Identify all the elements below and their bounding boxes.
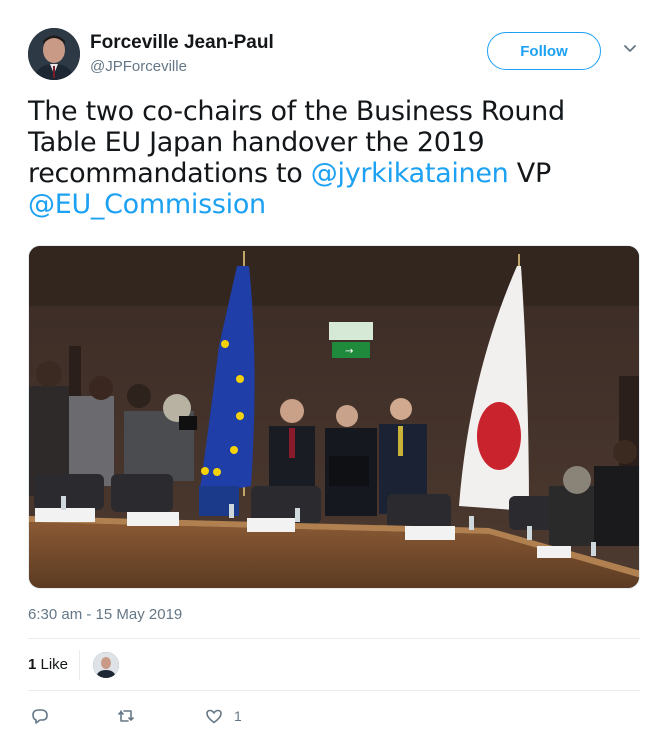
retweet-button[interactable] xyxy=(116,704,146,728)
tweet-photo[interactable]: → xyxy=(28,245,640,589)
author-handle[interactable]: @JPForceville xyxy=(90,58,187,75)
tweet-actions: 1 xyxy=(28,704,328,728)
tweet-header: Forceville Jean-Paul @JPForceville Follo… xyxy=(28,28,644,80)
mention-link-eu-commission[interactable]: @EU_Commission xyxy=(28,189,266,220)
tweet-text: The two co-chairs of the Business Round … xyxy=(28,96,638,220)
tweet-timestamp[interactable]: 6:30 am - 15 May 2019 xyxy=(28,606,182,623)
likes-label: Like xyxy=(36,656,69,673)
divider-top xyxy=(28,638,640,639)
retweet-icon xyxy=(118,710,134,722)
author-name[interactable]: Forceville Jean-Paul xyxy=(90,32,274,54)
likes-summary[interactable]: 1 Like xyxy=(28,656,68,673)
divider-bottom xyxy=(28,690,640,691)
like-button[interactable]: 1 xyxy=(204,704,242,728)
reply-icon xyxy=(32,709,48,724)
mention-link-jyrkikatainen[interactable]: @jyrkikatainen xyxy=(311,158,509,189)
chevron-down-icon[interactable] xyxy=(623,42,637,56)
author-avatar[interactable] xyxy=(28,28,80,80)
svg-text:→: → xyxy=(345,346,353,357)
heart-icon xyxy=(206,709,222,724)
like-count: 1 xyxy=(234,708,242,724)
reply-button[interactable] xyxy=(30,704,60,728)
liker-avatar[interactable] xyxy=(93,652,119,678)
tweet-text-part2: VP xyxy=(508,158,551,189)
likes-row: 1 Like xyxy=(28,650,640,680)
likes-separator xyxy=(79,650,80,680)
follow-button[interactable]: Follow xyxy=(487,32,601,70)
